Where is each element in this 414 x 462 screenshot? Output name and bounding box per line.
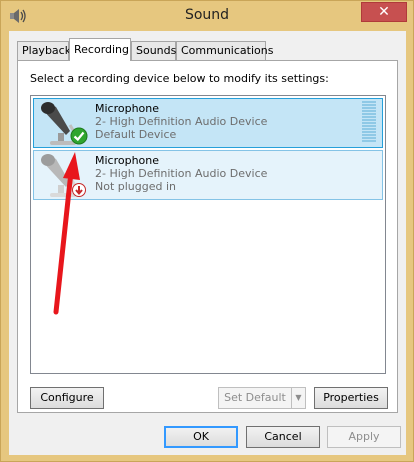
device-description: 2- High Definition Audio Device — [95, 115, 268, 128]
set-default-label: Set Default — [224, 391, 286, 404]
recording-tab-panel: Select a recording device below to modif… — [17, 60, 398, 413]
device-row-microphone-default[interactable]: Microphone 2- High Definition Audio Devi… — [33, 98, 383, 148]
device-info: Microphone 2- High Definition Audio Devi… — [95, 102, 267, 141]
red-down-arrow-icon — [72, 183, 86, 197]
cancel-button[interactable]: Cancel — [246, 426, 320, 448]
device-status: Not plugged in — [95, 180, 177, 193]
device-name: Microphone — [95, 154, 160, 167]
dialog-client-area: Playback Recording Sounds Communications… — [9, 31, 406, 455]
ok-button[interactable]: OK — [164, 426, 238, 448]
level-meter — [362, 101, 376, 145]
device-list[interactable]: Microphone 2- High Definition Audio Devi… — [30, 95, 386, 374]
device-info: Microphone 2- High Definition Audio Devi… — [95, 154, 267, 193]
apply-button[interactable]: Apply — [327, 426, 401, 448]
device-status: Default Device — [95, 128, 177, 141]
device-description: 2- High Definition Audio Device — [95, 167, 268, 180]
tab-sounds[interactable]: Sounds — [131, 41, 176, 60]
tab-communications[interactable]: Communications — [176, 41, 273, 60]
tab-playback[interactable]: Playback — [17, 41, 71, 60]
set-default-split-button[interactable]: Set Default ▼ — [218, 387, 306, 409]
properties-button[interactable]: Properties — [314, 387, 388, 409]
sound-dialog: Sound ✕ Playback Recording Sounds Commun… — [0, 0, 414, 462]
chevron-down-icon[interactable]: ▼ — [291, 388, 305, 408]
configure-button[interactable]: Configure — [30, 387, 104, 409]
device-row-microphone-unplugged[interactable]: Microphone 2- High Definition Audio Devi… — [33, 150, 383, 200]
window-title: Sound — [184, 7, 230, 23]
instruction-text: Select a recording device below to modif… — [30, 72, 329, 85]
device-name: Microphone — [95, 102, 160, 115]
tab-recording[interactable]: Recording — [69, 38, 131, 61]
close-button[interactable]: ✕ — [361, 2, 407, 22]
green-check-icon — [70, 127, 88, 145]
title-bar[interactable]: Sound ✕ — [1, 1, 413, 31]
